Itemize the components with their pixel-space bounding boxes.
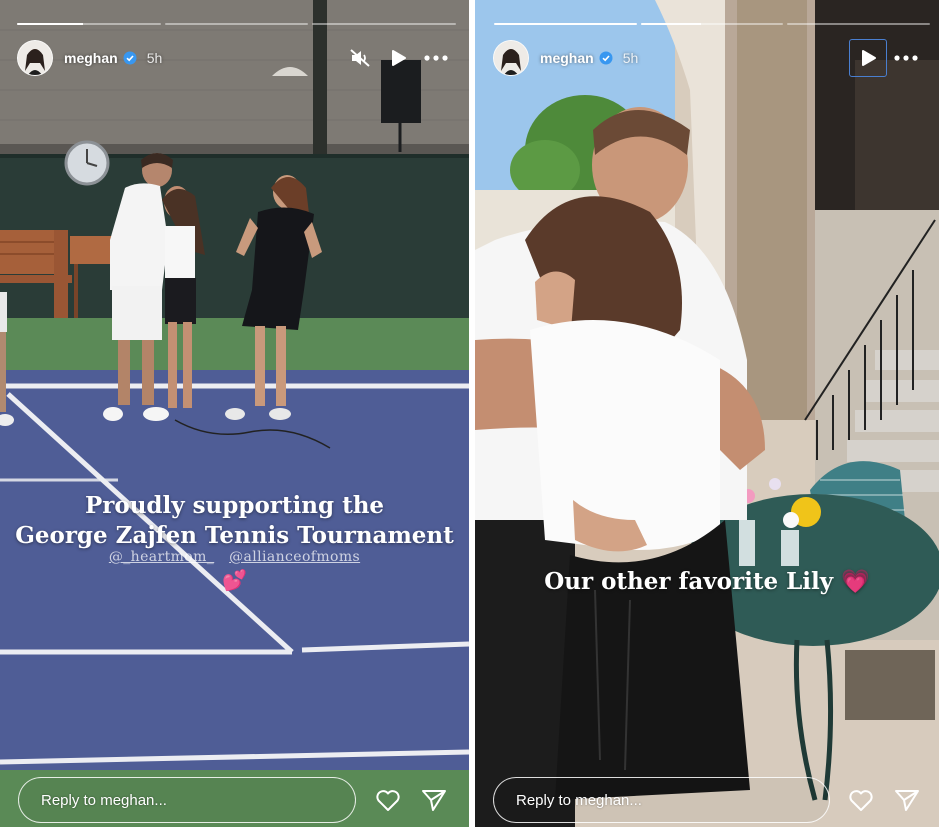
username[interactable]: meghan	[64, 50, 118, 66]
story-panel-right[interactable]: meghan 5h Our other favorite Lily 💗 Repl…	[475, 0, 939, 827]
reply-placeholder: Reply to meghan...	[516, 791, 642, 809]
reply-placeholder: Reply to meghan...	[41, 791, 167, 809]
progress-segment	[640, 23, 784, 25]
post-timestamp: 5h	[146, 50, 163, 66]
send-icon	[422, 790, 446, 811]
mention-link[interactable]: @allianceofmoms	[229, 549, 360, 565]
reply-input[interactable]: Reply to meghan...	[18, 777, 356, 823]
emoji-sticker: 💕	[222, 568, 247, 592]
more-options-icon	[424, 55, 448, 61]
send-icon	[895, 790, 920, 811]
progress-segment	[164, 23, 309, 25]
progress-segment	[17, 23, 161, 25]
avatar[interactable]	[493, 40, 529, 76]
story-footer: Reply to meghan...	[493, 775, 927, 825]
story-header: meghan 5h	[493, 39, 925, 77]
story-progress-bar	[494, 23, 931, 25]
caption-line-1: Proudly supporting the	[84, 492, 385, 519]
heart-icon	[376, 790, 400, 811]
heart-icon	[849, 790, 874, 811]
more-options-button[interactable]	[887, 39, 925, 77]
reply-input[interactable]: Reply to meghan...	[493, 777, 830, 823]
caption-line-2: George Zajfen Tennis Tournament	[15, 522, 454, 549]
like-button[interactable]	[368, 780, 408, 820]
story-photo-tennis-court	[0, 0, 469, 827]
story-header: meghan 5h	[17, 40, 455, 76]
story-progress-bar	[17, 23, 457, 25]
verified-badge-icon	[599, 51, 613, 65]
play-button[interactable]	[849, 39, 887, 77]
more-options-icon	[894, 55, 918, 61]
play-button[interactable]	[379, 39, 417, 77]
username[interactable]: meghan	[540, 50, 594, 66]
caption: Our other favorite Lily 💗	[544, 568, 870, 595]
story-photo-hug	[475, 0, 939, 827]
unmute-icon	[350, 49, 370, 67]
more-options-button[interactable]	[417, 39, 455, 77]
post-timestamp: 5h	[622, 50, 639, 66]
progress-segment	[787, 23, 931, 25]
progress-segment	[494, 23, 637, 25]
verified-badge-icon	[123, 51, 137, 65]
like-button[interactable]	[842, 780, 882, 820]
share-button[interactable]	[887, 780, 927, 820]
play-icon	[862, 50, 876, 66]
mention-link[interactable]: @_heartmom_	[109, 549, 214, 565]
mentions: @_heartmom_ @allianceofmoms	[0, 549, 469, 565]
story-footer: Reply to meghan...	[18, 775, 455, 825]
progress-segment	[312, 23, 457, 25]
story-panel-left[interactable]: meghan 5h Proudly supporting the George …	[0, 0, 469, 827]
unmute-button[interactable]	[341, 39, 379, 77]
play-icon	[392, 50, 406, 66]
avatar[interactable]	[17, 40, 53, 76]
share-button[interactable]	[414, 780, 454, 820]
